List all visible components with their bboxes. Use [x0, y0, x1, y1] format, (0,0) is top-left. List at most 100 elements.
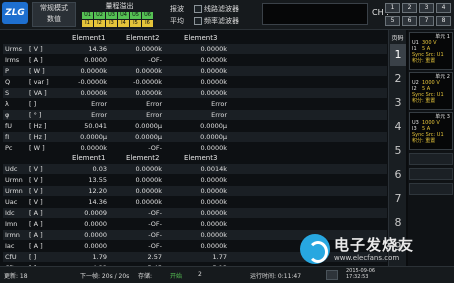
table-row[interactable]: Urms [ V ] 14.36 0.0000k 0.0000k	[3, 44, 387, 54]
row-unit: [ A ]	[29, 242, 43, 250]
side-tab[interactable]	[409, 153, 453, 165]
row-name: Q	[5, 78, 11, 86]
row-value-element2: -OF-	[148, 231, 162, 239]
channel-button-5[interactable]: 5	[385, 16, 400, 26]
row-name: Irms	[5, 56, 20, 64]
store-count: 2	[198, 271, 202, 278]
filter-checkbox[interactable]	[194, 4, 202, 13]
page-button-2[interactable]: 2	[390, 68, 406, 90]
table-row[interactable]: P [ W ] 0.0000k 0.0000k 0.0000k	[3, 66, 387, 76]
row-name: φ	[5, 111, 10, 119]
element-card[interactable]: 单元 3 U3 1000 V I3 5 A Sync Src: U1 积分: 重置	[409, 112, 453, 150]
element-card[interactable]: 单元 2 U2 1000 V I2 5 A Sync Src: U1 积分: 重置	[409, 72, 453, 110]
channel-button-7[interactable]: 7	[419, 16, 434, 26]
row-value-element3: 0.0000k	[200, 176, 227, 184]
page-button-6[interactable]: 6	[390, 164, 406, 186]
page-button-9[interactable]: 9	[390, 236, 406, 258]
side-tab[interactable]	[409, 168, 453, 180]
table-row[interactable]: Iac [ A ] 0.0000 -OF- 0.0000k	[3, 241, 387, 251]
table-row[interactable]: S [ VA ] 0.0000k 0.0000k 0.0000k	[3, 88, 387, 98]
row-value-element3: 1.77	[212, 253, 227, 261]
overrange-panel: 量程溢出 U1 U2 U3 U4 U5 U6 I1 I2 I3 I4 I5 I6	[82, 2, 157, 27]
table-row[interactable]: φ [ ° ] Error Error Error	[3, 110, 387, 120]
row-value-element1: -0.0000k	[78, 78, 107, 86]
overrange-chip: U5	[130, 12, 141, 19]
row-value-element1: 1.79	[92, 253, 107, 261]
row-value-element3: 0.0000µ	[200, 122, 227, 130]
time: 17:32:53	[346, 274, 369, 280]
table-row[interactable]: Urmn [ V ] 12.20 0.0000k 0.0000k	[3, 186, 387, 196]
row-name: Idc	[5, 209, 15, 217]
page-button-5[interactable]: 5	[390, 140, 406, 162]
row-unit: [ V ]	[29, 165, 43, 173]
side-tab[interactable]	[409, 183, 453, 195]
row-value-element1: 0.0000k	[80, 89, 107, 97]
row-name: Urms	[5, 45, 23, 53]
table-row[interactable]: Urmn [ V ] 13.55 0.0000k 0.0000k	[3, 175, 387, 185]
row-value-element3: 0.0000k	[200, 231, 227, 239]
element-card[interactable]: 单元 1 U1 300 V I1 5 A Sync Src: U1 积分: 重置	[409, 32, 453, 70]
channel-button-3[interactable]: 3	[419, 3, 434, 13]
table-row[interactable]: CfU [ ] 1.79 2.57 1.77	[3, 252, 387, 262]
channel-button-2[interactable]: 2	[402, 3, 417, 13]
channel-buttons: 1234 5678	[385, 3, 453, 27]
table-row[interactable]: Q [ var ] -0.0000k -0.0000k 0.0000k	[3, 77, 387, 87]
row-unit: [ ]	[29, 253, 37, 261]
channel-button-6[interactable]: 6	[402, 16, 417, 26]
page-button-3[interactable]: 3	[390, 92, 406, 114]
row-name: fI	[5, 133, 10, 141]
row-value-element1: 14.36	[88, 198, 107, 206]
page-button-4[interactable]: 4	[390, 116, 406, 138]
page-button-8[interactable]: 8	[390, 212, 406, 234]
channel-button-1[interactable]: 1	[385, 3, 400, 13]
table-row[interactable]: Irmn [ A ] 0.0000 -OF- 0.0000k	[3, 230, 387, 240]
table-row[interactable]: Udc [ V ] 0.03 0.0000k 0.0014k	[3, 164, 387, 174]
row-value-element3: 0.0014k	[200, 165, 227, 173]
row-value-element3: 0.0000k	[200, 242, 227, 250]
filter-checkbox[interactable]	[194, 16, 202, 25]
mode-view: 数值	[47, 15, 61, 23]
table-row[interactable]: Idc [ A ] 0.0009 -OF- 0.0000k	[3, 208, 387, 218]
row-value-element1: Error	[91, 111, 107, 119]
channel-button-8[interactable]: 8	[436, 16, 451, 26]
page-button-7[interactable]: 7	[390, 188, 406, 210]
table2-header-3: Element3	[184, 154, 218, 162]
row-value-element2: 0.0000k	[135, 45, 162, 53]
row-value-element1: 0.0000µ	[80, 133, 107, 141]
row-value-element1: 12.20	[88, 187, 107, 195]
row-value-element3: 0.0000k	[200, 187, 227, 195]
overrange-chip: U2	[94, 12, 105, 19]
table-row[interactable]: fI [ Hz ] 0.0000µ 0.0000µ 0.0000µ	[3, 132, 387, 142]
table-row[interactable]: Uac [ V ] 14.36 0.0000k 0.0000k	[3, 197, 387, 207]
row-unit: [ V ]	[29, 198, 43, 206]
row-unit: [ W ]	[29, 144, 45, 152]
table-row[interactable]: λ [ ] Error Error Error	[3, 99, 387, 109]
measurement-table: Element1 Element2 Element3 Urms [ V ] 14.3…	[0, 30, 388, 272]
row-value-element1: 13.55	[88, 176, 107, 184]
row-value-element3: 0.0000k	[200, 220, 227, 228]
page-button-1[interactable]: 1	[390, 44, 406, 66]
mode-indicator[interactable]: 常规模式 数值	[32, 2, 76, 27]
table-row[interactable]: Imn [ A ] 0.0000 -OF- 0.0000k	[3, 219, 387, 229]
runtime: 运行时间: 0:11:47	[250, 273, 302, 280]
row-unit: [ A ]	[29, 209, 43, 217]
row-name: CfU	[5, 253, 17, 261]
row-value-element3: 0.0000k	[200, 45, 227, 53]
row-value-element2: 0.0000k	[135, 176, 162, 184]
overrange-chip: I4	[118, 20, 129, 27]
overrange-chip: U1	[82, 12, 93, 19]
integration-value: 积分: 重置	[412, 58, 436, 64]
channel-button-4[interactable]: 4	[436, 3, 451, 13]
record-icon[interactable]	[326, 270, 338, 280]
row-unit: [ A ]	[29, 231, 43, 239]
table-row[interactable]: fU [ Hz ] 50.041 0.0000µ 0.0000µ	[3, 121, 387, 131]
row-value-element1: 0.0000	[84, 56, 107, 64]
row-unit: [ ]	[29, 100, 37, 108]
filter-row-freq[interactable]: 平均 频率滤波器	[170, 15, 258, 26]
overrange-chip: U4	[118, 12, 129, 19]
table1-header-1: Element1	[72, 34, 106, 42]
row-name: λ	[5, 100, 9, 108]
filter-row-line[interactable]: 报波 线路滤波器	[170, 3, 258, 14]
row-value-element3: 0.0000k	[200, 209, 227, 217]
table-row[interactable]: Irms [ A ] 0.0000 -OF- 0.0000k	[3, 55, 387, 65]
